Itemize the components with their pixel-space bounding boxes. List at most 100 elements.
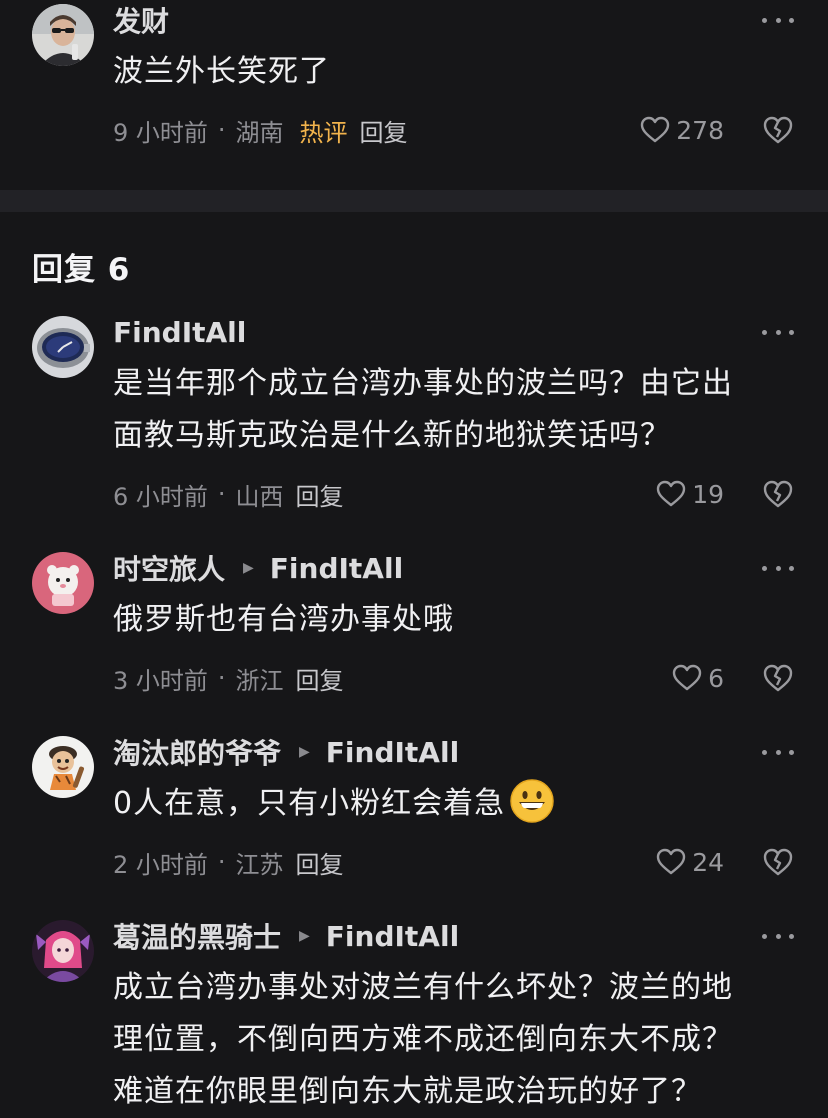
timestamp: 6 小时前 xyxy=(113,482,208,511)
avatar[interactable] xyxy=(32,736,94,798)
comment-text: 波兰外长笑死了 xyxy=(113,54,330,89)
like-count: 24 xyxy=(692,847,724,877)
grinning-face-emoji-icon xyxy=(510,778,554,823)
dot-icon xyxy=(789,749,794,755)
reply-button[interactable]: 回复 xyxy=(296,477,344,512)
heart-icon xyxy=(672,664,702,691)
dot-icon xyxy=(762,329,767,335)
avatar[interactable] xyxy=(32,920,94,982)
heart-icon xyxy=(641,116,670,143)
comment-author[interactable]: FindItAll xyxy=(113,312,246,352)
timestamp: 3 小时前 xyxy=(113,666,208,695)
avatar[interactable] xyxy=(32,552,94,614)
author-name[interactable]: 葛温的黑骑士 xyxy=(113,916,281,956)
dot-icon xyxy=(789,565,794,571)
dot-icon xyxy=(762,933,767,939)
location: 浙江 xyxy=(235,666,284,695)
comment-line: 是当年那个成立台湾办事处的波兰吗？由它出 xyxy=(113,366,733,401)
replies-header: 回复 6 xyxy=(32,252,131,288)
author-name[interactable]: FindItAll xyxy=(113,316,246,349)
timestamp: 2 小时前 xyxy=(113,850,208,879)
reply-arrow-icon: ▶ xyxy=(299,744,310,760)
broken-heart-icon xyxy=(763,664,793,692)
more-options-button[interactable] xyxy=(762,558,794,578)
dislike-button[interactable] xyxy=(762,478,794,510)
separator: · xyxy=(217,480,226,508)
dot-icon xyxy=(789,329,794,335)
like-button[interactable]: 278 xyxy=(640,112,724,148)
like-count: 6 xyxy=(708,663,724,693)
anime-girl-icon xyxy=(32,920,94,982)
heart-icon xyxy=(656,848,686,875)
author-name[interactable]: 淘汰郎的爷爷 xyxy=(113,732,281,772)
location: 江苏 xyxy=(235,850,284,879)
comment-line: 难道在你眼里倒向东大就是政治玩的好了？ xyxy=(113,1074,702,1109)
broken-heart-icon xyxy=(763,116,793,144)
reply-to-name[interactable]: FindItAll xyxy=(326,736,459,769)
dislike-button[interactable] xyxy=(762,846,794,878)
cartoon-caveman-icon xyxy=(32,736,94,798)
separator: · xyxy=(217,664,226,692)
reply-to-name[interactable]: FindItAll xyxy=(326,920,459,953)
dot-icon xyxy=(775,17,781,23)
like-count: 278 xyxy=(676,115,724,145)
timestamp: 9 小时前 xyxy=(113,118,208,147)
comment-line-text: 0人在意，只有小粉红会着急 xyxy=(113,786,506,821)
more-options-button[interactable] xyxy=(762,742,794,762)
comment-line: 理位置，不倒向西方难不成还倒向东大不成？ xyxy=(113,1022,733,1057)
comment-meta: 6 小时前 · 山西 回复 xyxy=(113,476,344,512)
like-button[interactable]: 6 xyxy=(672,660,724,696)
more-options-button[interactable] xyxy=(762,322,794,342)
comment-line: 俄罗斯也有台湾办事处哦 xyxy=(113,602,454,637)
hot-badge: 热评 xyxy=(299,118,348,147)
person-with-sunglasses-icon xyxy=(32,4,94,66)
comment-line: 成立台湾办事处对波兰有什么坏处？波兰的地 xyxy=(113,970,733,1005)
section-divider xyxy=(0,190,828,212)
comment-line: 0人在意，只有小粉红会着急 xyxy=(113,778,803,830)
dot-icon xyxy=(775,749,781,755)
dislike-button[interactable] xyxy=(762,114,794,146)
reply-button[interactable]: 回复 xyxy=(296,661,344,696)
watch-icon xyxy=(32,316,94,378)
location: 湖南 xyxy=(235,118,284,147)
reply-button[interactable]: 回复 xyxy=(360,113,408,148)
author-name[interactable]: 发财 xyxy=(113,0,169,40)
dot-icon xyxy=(775,933,781,939)
comment-text: 0人在意，只有小粉红会着急 xyxy=(113,778,803,830)
comment-meta: 9 小时前 · 湖南 热评 回复 xyxy=(113,112,408,148)
comment-line: 面教马斯克政治是什么新的地狱笑话吗？ xyxy=(113,418,671,453)
pink-bear-icon xyxy=(32,552,94,614)
comment-author: 葛温的黑骑士 ▶ FindItAll xyxy=(113,916,459,956)
comment-meta: 3 小时前 · 浙江 回复 xyxy=(113,660,344,696)
avatar[interactable] xyxy=(32,316,94,378)
dot-icon xyxy=(762,565,767,571)
reply-arrow-icon: ▶ xyxy=(299,928,310,944)
dot-icon xyxy=(789,933,794,939)
like-button[interactable]: 24 xyxy=(656,844,724,880)
more-options-button[interactable] xyxy=(762,10,794,30)
reply-to-name[interactable]: FindItAll xyxy=(270,552,403,585)
broken-heart-icon xyxy=(763,848,793,876)
dot-icon xyxy=(789,17,794,23)
like-button[interactable]: 19 xyxy=(656,476,724,512)
comment-meta: 2 小时前 · 江苏 回复 xyxy=(113,844,344,880)
comment-text: 成立台湾办事处对波兰有什么坏处？波兰的地 理位置，不倒向西方难不成还倒向东大不成… xyxy=(113,962,803,1118)
dislike-button[interactable] xyxy=(762,662,794,694)
reply-button[interactable]: 回复 xyxy=(296,845,344,880)
comment-text: 是当年那个成立台湾办事处的波兰吗？由它出 面教马斯克政治是什么新的地狱笑话吗？ xyxy=(113,358,803,462)
separator: · xyxy=(217,848,226,876)
more-options-button[interactable] xyxy=(762,926,794,946)
dot-icon xyxy=(775,329,781,335)
like-count: 19 xyxy=(692,479,724,509)
comment-author: 淘汰郎的爷爷 ▶ FindItAll xyxy=(113,732,459,772)
dot-icon xyxy=(762,749,767,755)
avatar[interactable] xyxy=(32,4,94,66)
comment-author: 时空旅人 ▶ FindItAll xyxy=(113,548,403,588)
comment-text: 俄罗斯也有台湾办事处哦 xyxy=(113,594,803,646)
heart-icon xyxy=(656,480,686,507)
author-name[interactable]: 时空旅人 xyxy=(113,548,225,588)
location: 山西 xyxy=(235,482,284,511)
comment-author[interactable]: 发财 xyxy=(113,0,169,40)
dot-icon xyxy=(762,17,767,23)
broken-heart-icon xyxy=(763,480,793,508)
